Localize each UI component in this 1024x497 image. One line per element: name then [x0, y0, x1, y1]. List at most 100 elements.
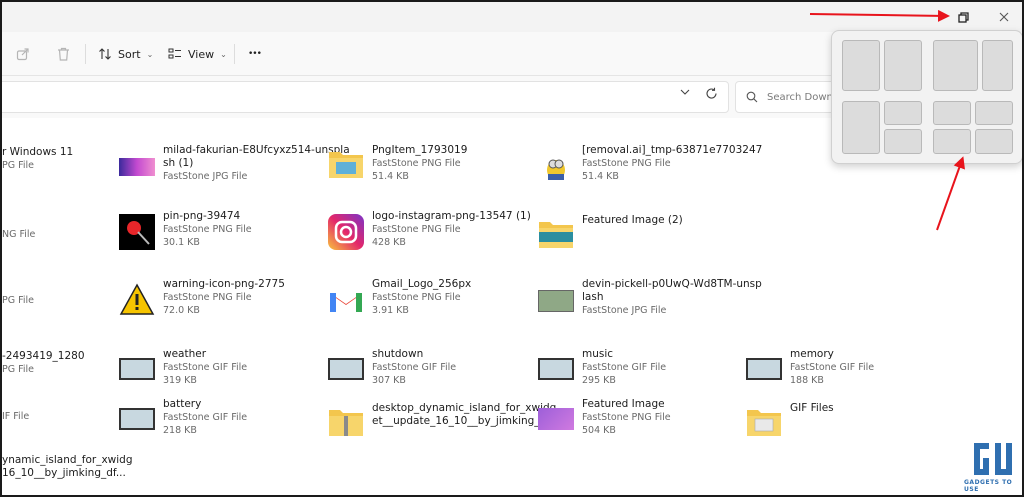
file-item[interactable]: PngItem_1793019 FastStone PNG File 51.4 KB [328, 144, 467, 184]
refresh-icon [705, 87, 717, 99]
file-size: 295 KB [582, 375, 616, 386]
file-name: pin-png-39474 [163, 210, 241, 222]
gadgets-to-use-logo-icon [974, 443, 1012, 475]
file-item[interactable]: desktop_dynamic_island_for_xwidg et__upda… [328, 402, 559, 442]
snap-zone-quad-top-right[interactable] [975, 101, 1013, 125]
watermark-text: GADGETS TO USE [964, 479, 1013, 493]
file-type: FastStone GIF File [582, 362, 667, 373]
file-name: logo-instagram-png-13547 (1) [372, 210, 531, 222]
share-button[interactable] [12, 43, 34, 65]
file-item[interactable]: devin-pickell-p0UwQ-Wd8TM-unsp lash FastSt… [538, 278, 762, 318]
file-name-cont: sh (1) [163, 157, 194, 169]
folder-item[interactable]: GIF Files [746, 402, 834, 442]
file-item[interactable]: NG File [2, 228, 35, 241]
file-type: FastStone GIF File [790, 362, 875, 373]
file-item[interactable]: milad-fakurian-E8Ufcyxz514-unspla sh (1) F… [119, 144, 350, 184]
file-name: PngItem_1793019 [372, 144, 468, 156]
snap-zone-left-main[interactable] [842, 101, 880, 154]
image-thumbnail [119, 148, 155, 184]
file-size: 307 KB [372, 375, 406, 386]
gif-thumbnail [119, 402, 155, 438]
file-type: FastStone PNG File [582, 158, 671, 169]
file-type: IF File [2, 411, 30, 422]
snap-zone-half-left[interactable] [842, 40, 880, 91]
delete-button[interactable] [52, 43, 74, 65]
folder-item[interactable]: Featured Image (2) [538, 214, 683, 254]
share-icon [16, 48, 29, 61]
snap-zone-quad-bottom-left[interactable] [933, 129, 971, 154]
address-bar[interactable] [2, 81, 729, 113]
chevron-down-icon: ⌄ [220, 49, 227, 59]
file-item[interactable]: Featured Image FastStone PNG File 504 KB [538, 398, 671, 438]
address-history-button[interactable] [677, 84, 693, 100]
folder-name: GIF Files [790, 402, 834, 414]
file-item[interactable]: warning-icon-png-2775 FastStone PNG File 7… [119, 278, 285, 318]
file-name: ynamic_island_for_xwidg [2, 454, 133, 466]
refresh-button[interactable] [702, 84, 720, 102]
view-label: View [188, 47, 215, 61]
zip-folder-icon [328, 406, 364, 442]
file-item[interactable]: shutdown FastStone GIF File 307 KB [328, 348, 456, 388]
restore-button[interactable] [950, 6, 976, 28]
sort-button[interactable]: Sort ⌄ [98, 44, 153, 64]
file-item[interactable]: [removal.ai]_tmp-63871e7703247 FastStone … [538, 144, 762, 184]
file-item[interactable]: Gmail_Logo_256px FastStone PNG File 3.91 K… [328, 278, 471, 318]
file-item[interactable]: weather FastStone GIF File 319 KB [119, 348, 247, 388]
file-name: battery [163, 398, 202, 410]
file-item[interactable]: -2493419_1280 PG File [2, 350, 85, 376]
snap-zone-two-thirds-left[interactable] [933, 40, 978, 91]
file-type: FastStone PNG File [582, 412, 671, 423]
file-name: warning-icon-png-2775 [163, 278, 285, 290]
file-name: r Windows 11 [2, 146, 74, 158]
snap-zone-right-top[interactable] [884, 101, 922, 125]
warning-icon [119, 282, 155, 318]
close-button[interactable] [991, 6, 1017, 28]
folder-icon [538, 218, 574, 254]
view-icon [168, 48, 181, 59]
more-options-button[interactable]: ••• [248, 44, 262, 64]
snap-zone-quad-bottom-right[interactable] [975, 129, 1013, 154]
file-name: Gmail_Logo_256px [372, 278, 472, 290]
file-size: 30.1 KB [163, 237, 200, 248]
trash-icon [57, 47, 69, 61]
file-name: memory [790, 348, 834, 360]
sort-label: Sort [118, 47, 141, 61]
file-item[interactable]: IF File [2, 410, 29, 423]
file-name: devin-pickell-p0UwQ-Wd8TM-unsp [582, 278, 762, 290]
folder-icon [746, 406, 782, 442]
file-item[interactable]: memory FastStone GIF File 188 KB [746, 348, 874, 388]
file-name: -2493419_1280 [2, 350, 85, 362]
gif-thumbnail [746, 352, 782, 388]
snap-zone-one-third-right[interactable] [982, 40, 1013, 91]
file-name-cont: 16_10__by_jimking_df... [2, 467, 126, 479]
sort-icon [99, 48, 111, 60]
file-item[interactable]: PG File [2, 294, 34, 307]
snap-zone-half-right[interactable] [884, 40, 922, 91]
file-item[interactable]: ynamic_island_for_xwidg 16_10__by_jimking… [2, 454, 133, 480]
gif-thumbnail [538, 352, 574, 388]
file-item[interactable]: battery FastStone GIF File 218 KB [119, 398, 247, 438]
file-size: 428 KB [372, 237, 406, 248]
file-type: PG File [2, 160, 35, 171]
file-item[interactable]: r Windows 11 PG File [2, 146, 73, 172]
close-icon [999, 12, 1009, 22]
snap-layouts-flyout [831, 30, 1022, 164]
file-item[interactable]: music FastStone GIF File 295 KB [538, 348, 666, 388]
gmail-icon [328, 282, 364, 318]
image-thumbnail [538, 148, 574, 184]
more-icon: ••• [248, 49, 262, 59]
file-type: FastStone PNG File [372, 292, 461, 303]
file-item[interactable]: logo-instagram-png-13547 (1) FastStone PN… [328, 210, 531, 250]
gif-thumbnail [119, 352, 155, 388]
folder-name: Featured Image (2) [582, 214, 683, 226]
file-size: 218 KB [163, 425, 197, 436]
snap-zone-quad-top-left[interactable] [933, 101, 971, 125]
file-explorer-window: Sort ⌄ View ⌄ ••• Search Downlo r Window… [0, 0, 1024, 497]
file-item[interactable]: pin-png-39474 FastStone PNG File 30.1 KB [119, 210, 252, 250]
file-size: 504 KB [582, 425, 616, 436]
view-button[interactable]: View ⌄ [168, 44, 227, 64]
chevron-down-icon: ⌄ [146, 49, 154, 59]
snap-zone-right-bottom[interactable] [884, 129, 922, 154]
file-name-cont: et__update_16_10__by_jimking_df... [372, 415, 560, 427]
file-name: desktop_dynamic_island_for_xwidg [372, 402, 557, 414]
